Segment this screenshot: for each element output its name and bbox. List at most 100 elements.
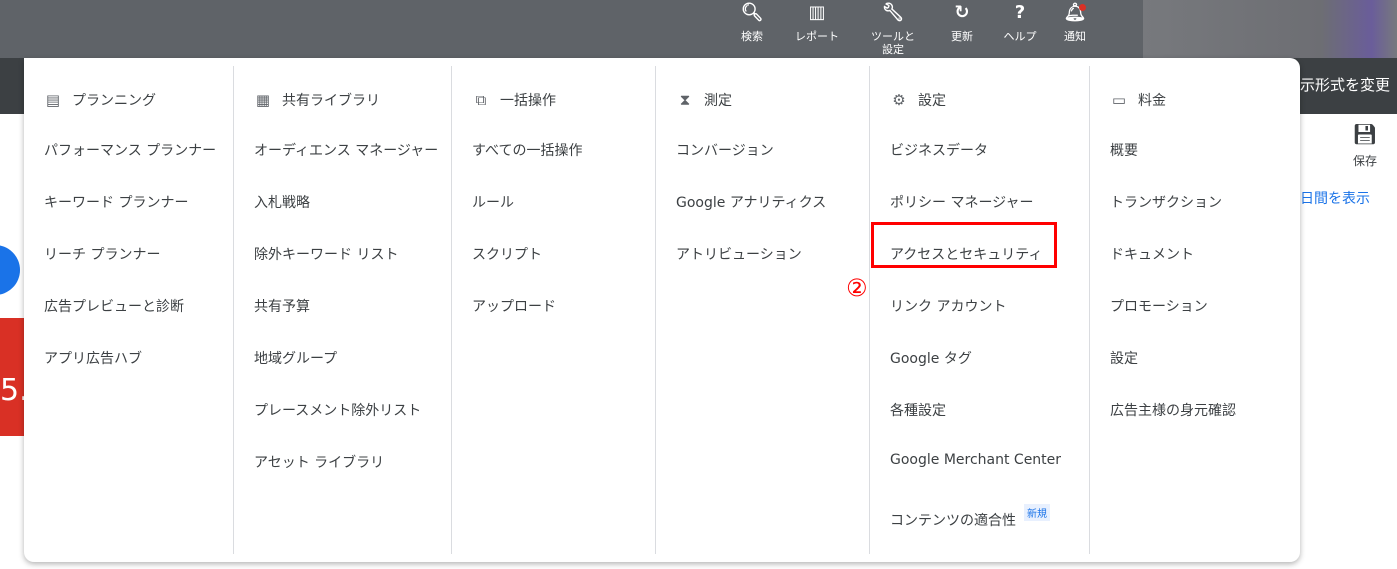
menu-item[interactable]: 除外キーワード リスト bbox=[254, 244, 398, 264]
step-annotation: ② bbox=[846, 274, 868, 302]
section-title: 共有ライブラリ bbox=[282, 93, 380, 109]
notification-dot bbox=[1079, 4, 1086, 11]
menu-item[interactable]: リーチ プランナー bbox=[44, 244, 160, 264]
menu-item[interactable]: アプリ広告ハブ bbox=[44, 348, 142, 368]
menu-item-label: コンテンツの適合性 bbox=[890, 513, 1016, 529]
menu-item[interactable]: 概要 bbox=[1110, 140, 1138, 160]
menu-item[interactable]: 地域グループ bbox=[254, 348, 337, 368]
menu-item-label: リンク アカウント bbox=[890, 299, 1007, 315]
account-info-blurred bbox=[1143, 0, 1397, 58]
toolbar-button-report[interactable]: ▥ レポート bbox=[782, 2, 852, 43]
calendar-icon: ▤ bbox=[45, 91, 61, 109]
menu-item-label: プロモーション bbox=[1110, 299, 1208, 315]
menu-column-credit-card: ▭ 料金概要トランザクション ドキュメント プロモーション 設定広告主様の身元確認 bbox=[1089, 66, 1300, 554]
menu-item[interactable]: Google Merchant Center bbox=[890, 452, 1061, 468]
menu-item-label: 広告プレビューと診断 bbox=[44, 299, 184, 315]
toolbar-label: ツールと 設定 bbox=[871, 30, 915, 56]
menu-item-label: 共有予算 bbox=[254, 299, 310, 315]
menu-section-header: ▤ プランニング bbox=[44, 90, 156, 110]
menu-item[interactable]: アセット ライブラリ bbox=[254, 452, 384, 472]
menu-item-label: リーチ プランナー bbox=[44, 247, 161, 263]
search-icon: 🔍︎ bbox=[740, 2, 764, 23]
menu-item[interactable]: ドキュメント bbox=[1110, 244, 1194, 264]
menu-item[interactable]: パフォーマンス プランナー bbox=[44, 140, 216, 160]
menu-item[interactable]: すべての一括操作 bbox=[472, 140, 582, 160]
toolbar-button-search[interactable]: 🔍︎ 検索 bbox=[717, 2, 787, 43]
menu-item-label: Google アナリティクス bbox=[676, 195, 827, 211]
menu-item[interactable]: Google アナリティクス bbox=[676, 192, 826, 212]
menu-item-label: 各種設定 bbox=[890, 403, 946, 419]
menu-item-label: パフォーマンス プランナー bbox=[44, 143, 217, 159]
menu-item[interactable]: コンテンツの適合性 新規 bbox=[890, 504, 1050, 530]
menu-section-header: ▭ 料金 bbox=[1110, 90, 1166, 110]
menu-section-header: ⚙ 設定 bbox=[890, 90, 946, 110]
show-days-link[interactable]: 日間を表示 bbox=[1300, 188, 1370, 208]
menu-column-library: ▦ 共有ライブラリオーディエンス マネージャー入札戦略除外キーワード リスト共有予… bbox=[233, 66, 451, 554]
section-title: プランニング bbox=[72, 93, 156, 109]
menu-item-label: すべての一括操作 bbox=[472, 143, 583, 159]
toolbar-label: ヘルプ bbox=[1003, 30, 1037, 43]
bell-icon: 🔔︎ bbox=[1063, 2, 1087, 23]
menu-section-header: ▦ 共有ライブラリ bbox=[254, 90, 380, 110]
menu-item[interactable]: キーワード プランナー bbox=[44, 192, 188, 212]
toolbar-label: 通知 bbox=[1064, 30, 1086, 43]
menu-item[interactable]: ポリシー マネージャー bbox=[890, 192, 1033, 212]
menu-item-label: ポリシー マネージャー bbox=[890, 195, 1034, 211]
section-title: 料金 bbox=[1138, 93, 1166, 109]
menu-item[interactable]: 広告プレビューと診断 bbox=[44, 296, 184, 316]
menu-item-label: オーディエンス マネージャー bbox=[254, 143, 439, 159]
section-title: 測定 bbox=[704, 93, 732, 109]
menu-item-label: アップロード bbox=[472, 299, 556, 315]
menu-item-label: ルール bbox=[472, 195, 514, 211]
menu-column-settings: ⚙ 設定 ビジネスデータ ポリシー マネージャー アクセスとセキュリティ リンク アカウン… bbox=[869, 66, 1089, 554]
menu-item-label: 広告主様の身元確認 bbox=[1110, 403, 1236, 419]
menu-item-label: トランザクション bbox=[1110, 195, 1222, 211]
toolbar-label: レポート bbox=[795, 30, 839, 43]
menu-column-calendar: ▤ プランニングパフォーマンス プランナー キーワード プランナー リーチ プランナー… bbox=[24, 66, 233, 554]
toolbar-button-wrench[interactable]: 🔧︎ ツールと 設定 bbox=[858, 2, 928, 56]
menu-item-label: 概要 bbox=[1110, 143, 1138, 159]
section-title: 一括操作 bbox=[500, 93, 556, 109]
menu-item-label: スクリプト bbox=[472, 247, 542, 263]
menu-item[interactable]: ルール bbox=[472, 192, 514, 212]
menu-item-label: Google タグ bbox=[890, 351, 972, 367]
menu-item-label: キーワード プランナー bbox=[44, 195, 189, 211]
save-label: 保存 bbox=[1352, 154, 1377, 168]
menu-item[interactable]: スクリプト bbox=[472, 244, 542, 264]
menu-item[interactable]: 共有予算 bbox=[254, 296, 310, 316]
toolbar-label: 検索 bbox=[741, 30, 763, 43]
menu-item[interactable]: リンク アカウント bbox=[890, 296, 1006, 316]
menu-item-label: アセット ライブラリ bbox=[254, 455, 385, 471]
menu-item-label: Google Merchant Center bbox=[890, 452, 1062, 468]
menu-item[interactable]: プレースメント除外リスト bbox=[254, 400, 421, 420]
section-title: 設定 bbox=[918, 93, 946, 109]
report-icon: ▥ bbox=[808, 2, 826, 23]
save-button[interactable]: 💾︎ 保存 bbox=[1340, 122, 1390, 169]
menu-item[interactable]: ビジネスデータ bbox=[890, 140, 988, 160]
toolbar-label: 更新 bbox=[951, 30, 973, 43]
menu-section-header: ⧉ 一括操作 bbox=[472, 90, 556, 110]
menu-item-label: アトリビューション bbox=[676, 247, 802, 263]
menu-item[interactable]: トランザクション bbox=[1110, 192, 1222, 212]
menu-item[interactable]: コンバージョン bbox=[676, 140, 774, 160]
credit-card-icon: ▭ bbox=[1111, 91, 1127, 109]
menu-item-label: 地域グループ bbox=[254, 351, 338, 367]
menu-item[interactable]: オーディエンス マネージャー bbox=[254, 140, 438, 160]
toolbar-button-bell[interactable]: 🔔︎ 通知 bbox=[1040, 2, 1110, 43]
menu-item[interactable]: 広告主様の身元確認 bbox=[1110, 400, 1236, 420]
menu-item[interactable]: Google タグ bbox=[890, 348, 972, 368]
menu-item-label: ドキュメント bbox=[1110, 247, 1194, 263]
menu-item[interactable]: アトリビューション bbox=[676, 244, 802, 264]
menu-item[interactable]: プロモーション bbox=[1110, 296, 1208, 316]
menu-item-label: 設定 bbox=[1110, 351, 1138, 367]
settings-icon: ⚙ bbox=[892, 91, 906, 109]
menu-item[interactable]: 設定 bbox=[1110, 348, 1138, 368]
change-view-button[interactable]: 示形式を変更 bbox=[1300, 74, 1390, 95]
menu-item-label: ビジネスデータ bbox=[890, 143, 988, 159]
save-icon: 💾︎ bbox=[1352, 122, 1378, 146]
blue-circle bbox=[0, 245, 20, 295]
menu-item[interactable]: 各種設定 bbox=[890, 400, 946, 420]
menu-item[interactable]: アップロード bbox=[472, 296, 556, 316]
menu-section-header: ⧗ 測定 bbox=[676, 90, 732, 110]
menu-item[interactable]: 入札戦略 bbox=[254, 192, 310, 212]
